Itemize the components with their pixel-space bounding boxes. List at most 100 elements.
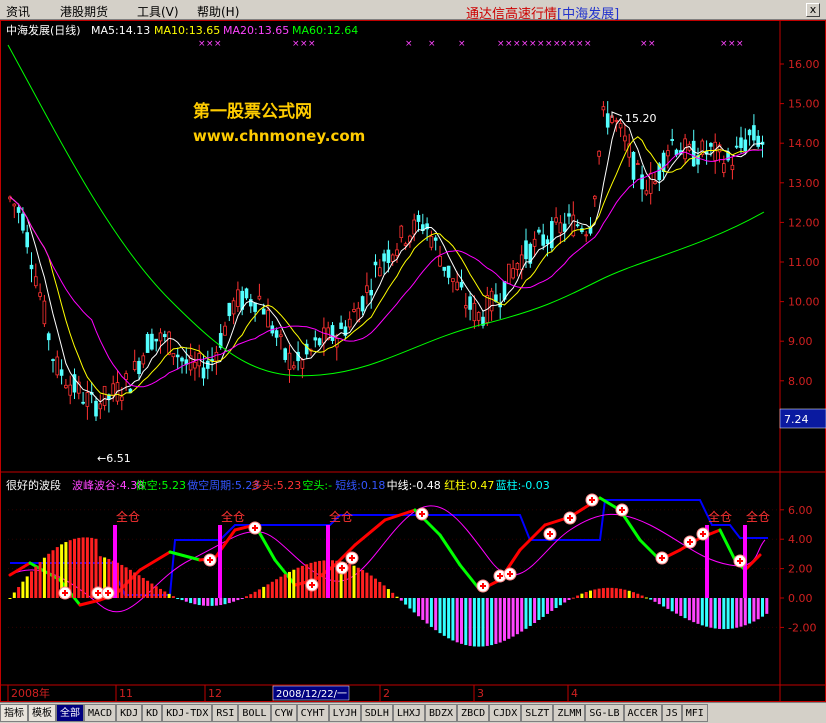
histogram-bar xyxy=(154,586,158,598)
candle-down xyxy=(709,143,713,147)
time-label: 3 xyxy=(477,687,484,700)
candle-up xyxy=(365,285,369,293)
histogram-bar xyxy=(485,598,489,646)
signal-bar xyxy=(326,525,330,598)
cross-mark: × xyxy=(308,39,316,49)
menu-tools[interactable]: 工具(V) xyxy=(137,3,179,20)
histogram-bar xyxy=(236,598,240,601)
candle-down xyxy=(575,224,580,227)
menu-help[interactable]: 帮助(H) xyxy=(197,3,239,20)
candle-up xyxy=(593,195,597,200)
cross-mark: × xyxy=(568,39,576,49)
tab-bdzx[interactable]: BDZX xyxy=(424,704,458,722)
tab-cjdx[interactable]: CJDX xyxy=(489,704,522,722)
indicator-readout: 做空:5.23 xyxy=(136,478,186,492)
candle-up xyxy=(515,262,520,270)
indicator-tick-label: 2.00 xyxy=(788,563,813,576)
tab-slzt[interactable]: SLZT xyxy=(521,704,554,722)
candle-down xyxy=(691,140,696,167)
cross-mark: × xyxy=(206,39,214,49)
cross-mark: × xyxy=(728,39,736,49)
histogram-bar xyxy=(356,567,360,598)
wave-up-segment xyxy=(518,523,547,552)
candle-down xyxy=(339,322,343,329)
candle-up xyxy=(644,190,649,195)
tab-boll[interactable]: BOLL xyxy=(238,704,271,722)
candle-up xyxy=(236,289,240,307)
histogram-bar xyxy=(765,598,769,614)
signal-bar xyxy=(113,525,117,598)
candle-down xyxy=(416,215,421,222)
tab-indicator[interactable]: 指标 xyxy=(0,704,28,722)
tab-kd[interactable]: KD xyxy=(142,704,163,722)
tab-lyjh[interactable]: LYJH xyxy=(328,704,361,722)
tab-zbcd[interactable]: ZBCD xyxy=(457,704,490,722)
candle-up xyxy=(85,392,90,407)
candle-up xyxy=(403,243,408,246)
histogram-bar xyxy=(468,598,472,646)
histogram-bar xyxy=(623,589,627,598)
candle-down xyxy=(150,333,154,350)
tab-sg-lb[interactable]: SG-LB xyxy=(585,704,624,722)
candle-up xyxy=(231,300,236,315)
candle-down xyxy=(373,261,378,266)
histogram-bar xyxy=(180,598,184,601)
current-price-label: 7.24 xyxy=(784,413,809,426)
histogram-bar xyxy=(193,598,197,605)
cross-mark: × xyxy=(405,39,413,49)
price-tick-label: 13.00 xyxy=(788,177,820,190)
candle-up xyxy=(558,222,563,234)
histogram-bar xyxy=(266,584,270,598)
tab-rsi[interactable]: RSI xyxy=(212,704,239,722)
candle-down xyxy=(446,265,451,278)
tab-template[interactable]: 模板 xyxy=(28,704,56,722)
candle-up xyxy=(390,254,395,262)
histogram-bar xyxy=(670,598,674,612)
histogram-bar xyxy=(81,537,85,598)
histogram-bar xyxy=(38,561,42,598)
histogram-bar xyxy=(369,575,373,598)
tab-js[interactable]: JS xyxy=(661,704,682,722)
candle-down xyxy=(562,223,567,232)
histogram-bar xyxy=(593,589,597,598)
histogram-bar xyxy=(270,581,274,598)
tab-sdlh[interactable]: SDLH xyxy=(360,704,393,722)
tab-accer[interactable]: ACCER xyxy=(623,704,662,722)
tab-all[interactable]: 全部 xyxy=(56,704,84,722)
cross-mark: × xyxy=(198,39,206,49)
candle-up xyxy=(730,164,735,171)
stock-chart[interactable]: × × × × × × × × × × × × × × × × × × × × × × × × × × 第一股票公式网 www.c… xyxy=(0,20,826,702)
candle-down xyxy=(524,240,528,260)
close-icon[interactable]: x xyxy=(806,3,820,17)
histogram-bar xyxy=(644,597,648,599)
histogram-bar xyxy=(42,557,46,598)
menu-hk-futures[interactable]: 港股期货 xyxy=(60,3,108,20)
tab-cyht[interactable]: CYHT xyxy=(296,704,329,722)
candle-up xyxy=(214,351,219,362)
tab-mfi[interactable]: MFI xyxy=(681,704,708,722)
tab-kdj[interactable]: KDJ xyxy=(116,704,143,722)
candle-down xyxy=(459,282,464,288)
signal-bar xyxy=(218,525,222,598)
tab-cyw[interactable]: CYW xyxy=(270,704,297,722)
price-tick-label: 8.00 xyxy=(788,375,813,388)
histogram-bar xyxy=(8,598,12,599)
candle-down xyxy=(752,125,756,141)
tab-macd[interactable]: MACD xyxy=(84,704,117,722)
candle-down xyxy=(21,213,25,231)
candle-up xyxy=(158,332,163,342)
histogram-bar xyxy=(726,598,730,629)
histogram-bar xyxy=(378,581,382,598)
watermark-title: 第一股票公式网 xyxy=(193,101,312,122)
menu-news[interactable]: 资讯 xyxy=(6,3,30,20)
tab-zlmm[interactable]: ZLMM xyxy=(553,704,586,722)
candle-down xyxy=(442,266,447,271)
tab-lhxj[interactable]: LHXJ xyxy=(392,704,425,722)
candle-up xyxy=(193,361,197,369)
indicator-readout: 中线:-0.48 xyxy=(387,478,441,492)
indicator-tab-bar: 指标 模板 全部 MACD KDJ KD KDJ-TDX RSI BOLL CYW CYHT LYJH… xyxy=(0,702,826,723)
tab-kdj-tdx[interactable]: KDJ-TDX xyxy=(162,704,213,722)
candle-down xyxy=(94,400,98,417)
wave-down-segment xyxy=(718,528,737,562)
histogram-bar xyxy=(520,598,524,632)
